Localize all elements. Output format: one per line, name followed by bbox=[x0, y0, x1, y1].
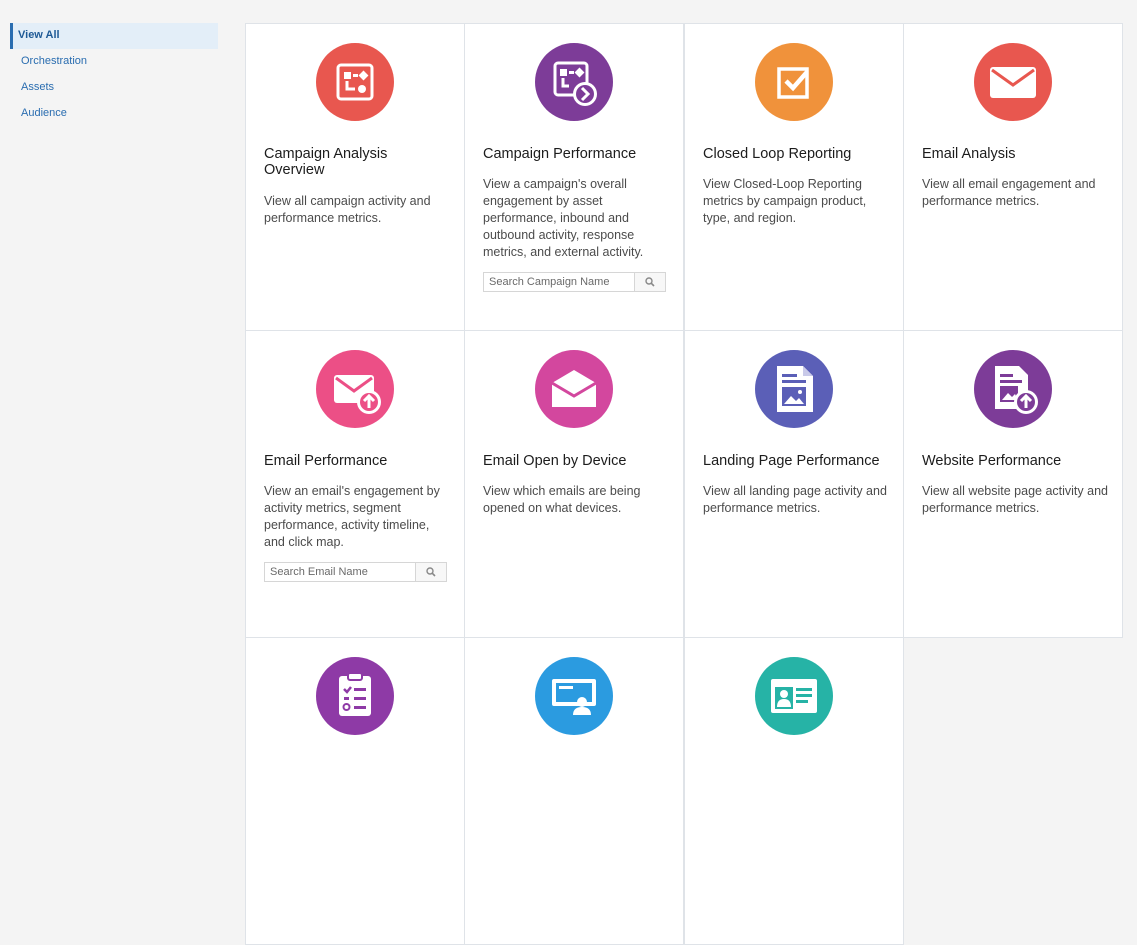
envelope-icon bbox=[974, 43, 1052, 121]
campaign-flow-icon bbox=[316, 43, 394, 121]
card-description: View all landing page activity and perfo… bbox=[703, 484, 887, 515]
card-description: View all email engagement and performanc… bbox=[922, 177, 1096, 208]
report-card-email-performance[interactable]: Email Performance View an email's engage… bbox=[245, 330, 465, 638]
campaign-search-input[interactable] bbox=[484, 273, 634, 291]
sidebar-nav: View All Orchestration Assets Audience bbox=[10, 23, 218, 127]
card-description: View all website page activity and perfo… bbox=[922, 484, 1108, 515]
card-title: Email Analysis bbox=[922, 146, 1016, 162]
card-description: View all campaign activity and performan… bbox=[264, 194, 431, 225]
document-image-icon bbox=[755, 350, 833, 428]
envelope-open-icon bbox=[535, 350, 613, 428]
checkbox-icon bbox=[755, 43, 833, 121]
report-card-closed-loop-reporting[interactable]: Closed Loop Reporting View Closed-Loop R… bbox=[684, 23, 904, 331]
email-search-box bbox=[264, 562, 447, 582]
campaign-search-box bbox=[483, 272, 666, 292]
card-description: View Closed-Loop Reporting metrics by ca… bbox=[703, 177, 867, 225]
sidebar-item-audience[interactable]: Audience bbox=[10, 101, 218, 127]
card-title: Campaign Analysis Overview bbox=[264, 146, 388, 178]
report-card-landing-page-performance[interactable]: Landing Page Performance View all landin… bbox=[684, 330, 904, 638]
sidebar-item-view-all[interactable]: View All bbox=[10, 23, 218, 49]
search-icon bbox=[426, 567, 436, 577]
card-description: View which emails are being opened on wh… bbox=[483, 484, 641, 515]
sidebar-item-orchestration[interactable]: Orchestration bbox=[10, 49, 218, 75]
sidebar-item-assets[interactable]: Assets bbox=[10, 75, 218, 101]
report-card-event-analysis[interactable] bbox=[464, 637, 684, 945]
report-card-form-analysis[interactable] bbox=[245, 637, 465, 945]
card-title: Landing Page Performance bbox=[703, 453, 880, 469]
campaign-search-button[interactable] bbox=[634, 273, 665, 291]
report-card-campaign-analysis-overview[interactable]: Campaign Analysis Overview View all camp… bbox=[245, 23, 465, 331]
card-title: Closed Loop Reporting bbox=[703, 146, 852, 162]
contact-card-icon bbox=[755, 657, 833, 735]
report-grid: Campaign Analysis Overview View all camp… bbox=[245, 23, 1124, 945]
card-title: Email Open by Device bbox=[483, 453, 627, 469]
report-card-contact-analysis[interactable] bbox=[684, 637, 904, 945]
document-upload-icon bbox=[974, 350, 1052, 428]
clipboard-list-icon bbox=[316, 657, 394, 735]
card-description: View a campaign's overall engagement by … bbox=[483, 177, 644, 259]
presenter-icon bbox=[535, 657, 613, 735]
card-title: Campaign Performance bbox=[483, 146, 637, 162]
card-description: View an email's engagement by activity m… bbox=[264, 484, 440, 549]
card-title: Website Performance bbox=[922, 453, 1062, 469]
email-search-input[interactable] bbox=[265, 563, 415, 581]
report-card-email-analysis[interactable]: Email Analysis View all email engagement… bbox=[903, 23, 1123, 331]
report-card-campaign-performance[interactable]: Campaign Performance View a campaign's o… bbox=[464, 23, 684, 331]
sidebar: View All Orchestration Assets Audience bbox=[0, 0, 228, 757]
envelope-upload-icon bbox=[316, 350, 394, 428]
report-card-email-open-by-device[interactable]: Email Open by Device View which emails a… bbox=[464, 330, 684, 638]
card-title: Email Performance bbox=[264, 453, 388, 469]
email-search-button[interactable] bbox=[415, 563, 446, 581]
report-card-website-performance[interactable]: Website Performance View all website pag… bbox=[903, 330, 1123, 638]
search-icon bbox=[645, 277, 655, 287]
campaign-flow-arrow-icon bbox=[535, 43, 613, 121]
